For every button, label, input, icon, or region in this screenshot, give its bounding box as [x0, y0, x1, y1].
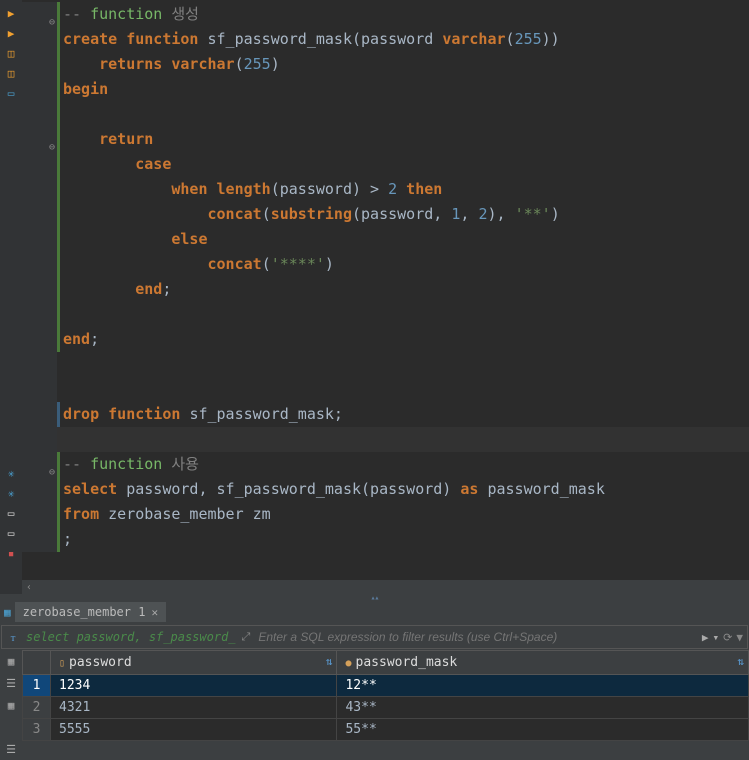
apply-icon[interactable]: ▶: [702, 631, 709, 644]
code-line[interactable]: select password, sf_password_mask(passwo…: [22, 477, 749, 502]
code-line[interactable]: concat(substring(password, 1, 2), '**'): [22, 202, 749, 227]
code-line[interactable]: [22, 352, 749, 377]
results-tab[interactable]: zerobase_member 1 ✕: [15, 602, 166, 622]
filter-sql-icon[interactable]: ᴛ: [2, 631, 24, 644]
record-icon[interactable]: ☰: [0, 738, 22, 760]
cell-password[interactable]: 5555: [51, 719, 337, 741]
horizontal-scrollbar[interactable]: ‹: [22, 580, 749, 594]
grid2-icon[interactable]: ▦: [0, 694, 22, 716]
close-icon[interactable]: ✕: [151, 606, 158, 619]
code-line[interactable]: case: [22, 152, 749, 177]
dropdown-icon[interactable]: ▾: [713, 631, 720, 644]
results-grid[interactable]: ▯password⇅●password_mask⇅ 1123412**24321…: [22, 650, 749, 760]
column-label: password: [69, 655, 132, 670]
fold-icon[interactable]: ⊖: [45, 10, 55, 20]
code-line[interactable]: concat('****'): [22, 252, 749, 277]
cell-password-mask[interactable]: 12**: [337, 675, 749, 697]
filter-bar: ᴛ select password, sf_password_ ⤢ ▶ ▾ ⟳ …: [1, 625, 748, 649]
row-number[interactable]: 3: [23, 719, 51, 741]
cell-password-mask[interactable]: 43**: [337, 697, 749, 719]
cell-password[interactable]: 4321: [51, 697, 337, 719]
code-line[interactable]: returns varchar(255): [22, 52, 749, 77]
fold-icon[interactable]: ⊖: [45, 460, 55, 470]
table-row[interactable]: 2432143**: [23, 697, 749, 719]
code-line[interactable]: end;: [22, 277, 749, 302]
cog-icon[interactable]: ✳: [2, 464, 20, 482]
grid-icon[interactable]: ▦: [0, 650, 22, 672]
history-icon[interactable]: ⟳: [723, 631, 732, 644]
results-panel: ▦ zerobase_member 1 ✕ ᴛ select password,…: [0, 600, 749, 760]
column-label: password_mask: [356, 655, 458, 670]
text-icon[interactable]: ☰: [0, 672, 22, 694]
code-line[interactable]: ⊖-- function 사용: [22, 452, 749, 477]
file-icon[interactable]: ▭: [2, 504, 20, 522]
code-line[interactable]: ;: [22, 527, 749, 552]
code-line[interactable]: drop function sf_password_mask;: [22, 402, 749, 427]
column-type-icon: ▯: [59, 658, 65, 669]
scroll-left-icon[interactable]: ‹: [22, 582, 36, 593]
table-row[interactable]: 1123412**: [23, 675, 749, 697]
left-toolbar: ▶ ▶ ◫ ◫ ▭ ✳ ✳ ▭ ▭ ▪: [0, 0, 22, 594]
box-icon[interactable]: ▪: [2, 544, 20, 562]
filter-sql-preview: select password, sf_password_: [24, 630, 238, 644]
code-line[interactable]: create function sf_password_mask(passwor…: [22, 27, 749, 52]
code-line[interactable]: when length(password) > 2 then: [22, 177, 749, 202]
results-toolbar: ▦☰▦☰: [0, 650, 22, 760]
cell-password-mask[interactable]: 55**: [337, 719, 749, 741]
funnel-icon[interactable]: ▼: [736, 631, 743, 644]
file2-icon[interactable]: ▭: [2, 524, 20, 542]
code-editor[interactable]: ⊖-- function 생성create function sf_passwo…: [22, 0, 749, 580]
table-icon: ▦: [4, 606, 11, 619]
sort-icon[interactable]: ⇅: [737, 655, 744, 668]
script-icon[interactable]: ◫: [2, 44, 20, 62]
code-line[interactable]: [22, 102, 749, 127]
run-new-icon[interactable]: ▶: [2, 24, 20, 42]
run-icon[interactable]: ▶: [2, 4, 20, 22]
row-number[interactable]: 2: [23, 697, 51, 719]
expand-icon[interactable]: ⤢: [238, 630, 255, 644]
form-icon[interactable]: ▭: [2, 84, 20, 102]
code-line[interactable]: [22, 302, 749, 327]
row-number[interactable]: 1: [23, 675, 51, 697]
column-header[interactable]: ▯ password ⇅: [51, 651, 337, 675]
code-line[interactable]: [22, 377, 749, 402]
rownum-header: [23, 651, 51, 675]
cog2-icon[interactable]: ✳: [2, 484, 20, 502]
sort-icon[interactable]: ⇅: [326, 655, 333, 668]
code-line[interactable]: else: [22, 227, 749, 252]
table-row[interactable]: 3555555**: [23, 719, 749, 741]
code-line[interactable]: end;: [22, 327, 749, 352]
spacer[interactable]: [0, 716, 22, 738]
code-line[interactable]: begin: [22, 77, 749, 102]
filter-input[interactable]: [254, 630, 702, 644]
column-header[interactable]: ● password_mask ⇅: [337, 651, 749, 675]
tab-label: zerobase_member 1: [23, 605, 146, 619]
fold-icon[interactable]: ⊖: [45, 135, 55, 145]
cell-password[interactable]: 1234: [51, 675, 337, 697]
column-type-icon: ●: [345, 658, 351, 669]
code-line[interactable]: from zerobase_member zm: [22, 502, 749, 527]
code-line[interactable]: ⊖ return: [22, 127, 749, 152]
script2-icon[interactable]: ◫: [2, 64, 20, 82]
code-line[interactable]: [22, 427, 749, 452]
code-line[interactable]: ⊖-- function 생성: [22, 2, 749, 27]
